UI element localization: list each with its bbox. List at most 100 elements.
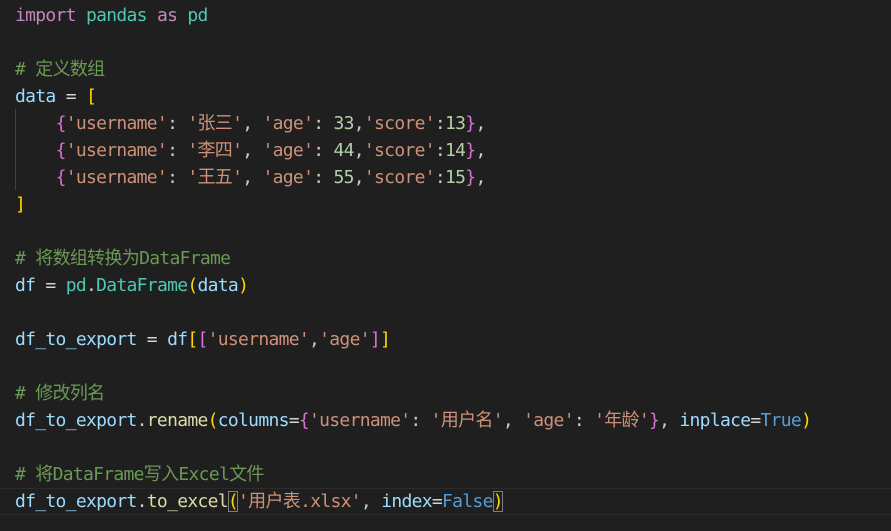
- code-token: pandas: [85, 5, 148, 26]
- code-token: 'age': [262, 140, 314, 161]
- code-token: ,: [502, 410, 524, 431]
- code-token: =: [431, 491, 443, 512]
- code-token: (: [207, 410, 219, 431]
- code-line[interactable]: import pandas as pd: [15, 2, 208, 29]
- code-token: ): [492, 491, 504, 512]
- code-token: =: [65, 86, 77, 107]
- code-token: 55: [333, 167, 354, 188]
- code-token: {: [55, 140, 67, 161]
- code-token: as: [156, 5, 178, 26]
- code-line[interactable]: # 将DataFrame写入Excel文件: [15, 461, 264, 488]
- code-token: }: [465, 140, 476, 161]
- code-line[interactable]: # 修改列名: [15, 380, 105, 407]
- code-token: 14: [445, 140, 466, 161]
- code-token: :: [434, 113, 446, 134]
- code-token: ,: [659, 410, 680, 431]
- code-line[interactable]: df_to_export.to_excel('用户表.xlsx', index=…: [15, 488, 504, 515]
- code-line[interactable]: ]: [15, 191, 26, 218]
- code-token: 'username': [65, 140, 168, 161]
- code-token: .: [136, 491, 148, 512]
- code-token: rename: [146, 410, 209, 431]
- code-token: df_to_export: [15, 410, 137, 431]
- code-token: =: [45, 275, 56, 296]
- code-token: .: [85, 275, 97, 296]
- code-token: (: [227, 491, 239, 512]
- code-line[interactable]: df_to_export.rename(columns={'username':…: [15, 407, 812, 434]
- code-token: data: [197, 275, 239, 296]
- code-token: :: [410, 410, 431, 431]
- code-line[interactable]: {'username': '张三', 'age': 33,'score':13}…: [15, 110, 487, 137]
- code-line[interactable]: # 将数组转换为DataFrame: [15, 245, 231, 272]
- code-token: ]: [369, 329, 381, 350]
- code-token: 'score': [363, 140, 436, 161]
- code-token: df: [167, 329, 188, 350]
- code-line[interactable]: {'username': '王五', 'age': 55,'score':15}…: [15, 164, 487, 191]
- code-token: ,: [309, 329, 320, 350]
- code-token: ,: [475, 167, 486, 188]
- code-token: inplace: [679, 410, 751, 431]
- code-token: :: [434, 140, 446, 161]
- code-token: ): [801, 410, 812, 431]
- code-token: .: [136, 410, 148, 431]
- code-token: 44: [333, 140, 354, 161]
- code-token: :: [313, 113, 334, 134]
- code-token: ]: [379, 329, 391, 350]
- code-token: (: [187, 275, 198, 296]
- code-line[interactable]: # 定义数组: [15, 56, 105, 83]
- code-line[interactable]: df = pd.DataFrame(data): [15, 272, 249, 299]
- code-token: # 将数组转换为DataFrame: [15, 248, 231, 269]
- code-token: [: [85, 86, 97, 107]
- code-token: 15: [445, 167, 466, 188]
- code-token: ,: [242, 167, 263, 188]
- code-token: '王五': [187, 167, 243, 188]
- code-token: :: [167, 140, 188, 161]
- code-token: 'username': [207, 329, 310, 350]
- code-token: 'age': [319, 329, 370, 350]
- code-token: df_to_export: [15, 491, 137, 512]
- code-token: 'username': [65, 167, 168, 188]
- code-editor[interactable]: import pandas as pd # 定义数组 data = [ {'user…: [0, 0, 891, 531]
- code-token: :: [573, 410, 595, 431]
- code-token: =: [750, 410, 761, 431]
- code-token: 'age': [523, 410, 574, 431]
- code-token: :: [434, 167, 446, 188]
- code-token: index: [381, 491, 432, 512]
- code-token: {: [55, 113, 67, 134]
- code-token: :: [167, 167, 188, 188]
- code-token: [: [197, 329, 209, 350]
- code-token: 'username': [65, 113, 168, 134]
- code-token: 'age': [262, 113, 314, 134]
- code-token: ,: [475, 140, 486, 161]
- code-token: }: [648, 410, 660, 431]
- code-token: '用户表.xlsx': [238, 491, 362, 512]
- code-token: 'score': [363, 167, 436, 188]
- code-token: ,: [242, 140, 263, 161]
- code-token: df: [15, 275, 36, 296]
- code-token: ,: [475, 113, 486, 134]
- code-token: =: [146, 329, 158, 350]
- code-token: {: [55, 167, 67, 188]
- code-line[interactable]: data = [: [15, 83, 97, 110]
- code-token: # 将DataFrame写入Excel文件: [15, 464, 264, 485]
- code-token: ]: [15, 194, 26, 215]
- code-token: }: [465, 113, 476, 134]
- code-line[interactable]: df_to_export = df[['username','age']]: [15, 326, 391, 353]
- code-token: 33: [333, 113, 354, 134]
- code-token: pd: [65, 275, 87, 296]
- code-token: [: [187, 329, 198, 350]
- code-token: '用户名': [430, 410, 504, 431]
- code-token: ): [238, 275, 249, 296]
- code-line[interactable]: {'username': '李四', 'age': 44,'score':14}…: [15, 137, 487, 164]
- code-token: False: [442, 491, 493, 512]
- code-token: =: [288, 410, 300, 431]
- code-token: ,: [242, 113, 263, 134]
